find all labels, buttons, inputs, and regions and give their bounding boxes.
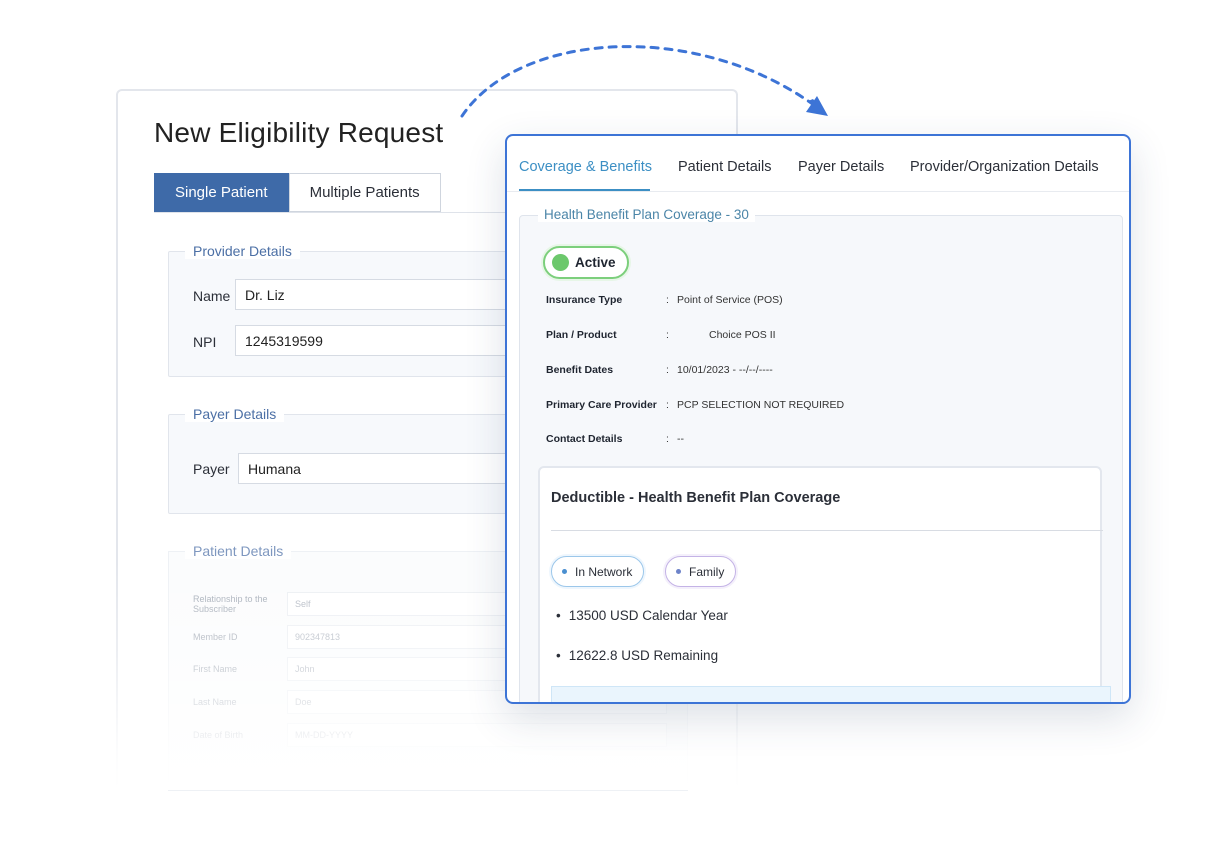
info-colon: :: [666, 329, 669, 341]
relationship-label: Relationship to the Subscriber: [193, 594, 268, 614]
tab-provider-organization-details[interactable]: Provider/Organization Details: [910, 159, 1099, 175]
status-badge: Active: [543, 246, 629, 279]
details-tab-bar: Coverage & Benefits Patient Details Paye…: [507, 136, 1129, 192]
in-network-label: In Network: [575, 564, 633, 579]
status-text: Active: [575, 255, 616, 270]
provider-details-legend: Provider Details: [185, 243, 300, 259]
health-benefit-coverage-section: Health Benefit Plan Coverage - 30 Active…: [519, 207, 1123, 702]
coverage-legend: Health Benefit Plan Coverage - 30: [538, 207, 755, 222]
info-colon: :: [666, 399, 669, 411]
tab-coverage-benefits[interactable]: Coverage & Benefits: [519, 159, 652, 175]
patient-details-legend: Patient Details: [185, 543, 292, 559]
npi-label: NPI: [193, 334, 217, 350]
patient-mode-tabs: Single Patient Multiple Patients: [154, 173, 441, 212]
network-dot-icon: [562, 569, 567, 574]
benefit-dates-value: 10/01/2023 - --/--/----: [677, 364, 773, 376]
payer-label: Payer: [193, 461, 230, 477]
tab-multiple-patients[interactable]: Multiple Patients: [288, 173, 441, 212]
provider-name-label: Name: [193, 288, 231, 304]
last-name-label: Last Name: [193, 697, 237, 707]
info-colon: :: [666, 294, 669, 306]
family-label: Family: [689, 564, 725, 579]
info-colon: :: [666, 364, 669, 376]
info-colon: :: [666, 433, 669, 445]
deductible-card: Deductible - Health Benefit Plan Coverag…: [538, 466, 1111, 702]
deductible-item: 12622.8 USD Remaining: [556, 648, 718, 663]
primary-care-provider-value: PCP SELECTION NOT REQUIRED: [677, 399, 845, 411]
dob-input[interactable]: MM-DD-YYYY: [287, 723, 667, 747]
tab-patient-details[interactable]: Patient Details: [678, 159, 772, 175]
insurance-type-label: Insurance Type: [546, 294, 623, 306]
benefit-dates-label: Benefit Dates: [546, 364, 614, 376]
family-chip[interactable]: Family: [665, 556, 737, 587]
deductible-divider: [551, 530, 1103, 531]
payer-details-legend: Payer Details: [185, 406, 285, 422]
coverage-details-panel: Coverage & Benefits Patient Details Paye…: [505, 134, 1131, 704]
family-dot-icon: [676, 569, 681, 574]
contact-details-label: Contact Details: [546, 433, 623, 445]
deductible-title: Deductible - Health Benefit Plan Coverag…: [551, 490, 841, 506]
plan-product-value: Choice POS II: [709, 329, 776, 341]
contact-details-value: --: [677, 433, 684, 445]
insurance-type-value: Point of Service (POS): [677, 294, 783, 306]
primary-care-provider-label: Primary Care Provider: [546, 399, 657, 411]
plan-product-label: Plan / Product: [546, 329, 617, 341]
tab-payer-details[interactable]: Payer Details: [798, 159, 884, 175]
active-tab-indicator: [519, 189, 650, 191]
dob-label: Date of Birth: [193, 730, 244, 740]
page-title: New Eligibility Request: [154, 117, 444, 148]
deductible-item: 13500 USD Calendar Year: [556, 608, 728, 623]
status-dot-icon: [552, 254, 569, 271]
first-name-label: First Name: [193, 664, 238, 674]
in-network-chip[interactable]: In Network: [551, 556, 645, 587]
tab-single-patient[interactable]: Single Patient: [154, 173, 289, 212]
info-note-strip: [551, 686, 1111, 702]
member-id-label: Member ID: [193, 632, 238, 642]
